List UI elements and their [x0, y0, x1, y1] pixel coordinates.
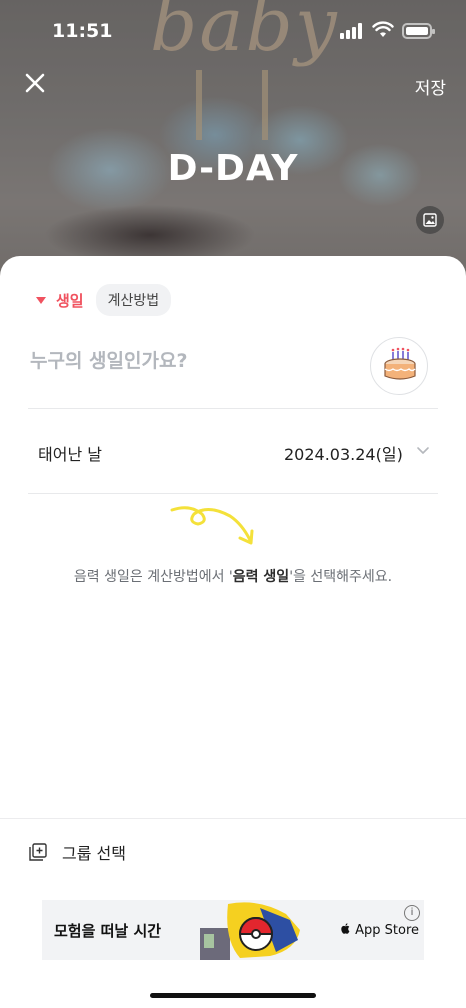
divider — [0, 818, 466, 819]
wifi-icon — [372, 21, 394, 37]
status-time: 11:51 — [52, 20, 113, 42]
ad-artwork — [200, 902, 300, 960]
group-select-label: 그룹 선택 — [62, 844, 126, 863]
hint-suffix: '을 선택해주세요. — [289, 569, 393, 585]
close-button[interactable] — [22, 70, 48, 96]
hint-emphasis: 음력 생일 — [232, 569, 290, 585]
lunar-birthday-hint: 음력 생일은 계산방법에서 '음력 생일'을 선택해주세요. — [0, 566, 466, 586]
page-title: D-DAY — [167, 148, 299, 189]
ad-title: 모험을 떠날 시간 — [54, 922, 162, 940]
ad-banner[interactable]: 모험을 떠날 시간 App Store i — [42, 900, 424, 960]
chevron-down-icon[interactable] — [416, 446, 430, 456]
info-icon[interactable]: i — [404, 905, 420, 921]
dday-type-selector: 생일 계산방법 — [36, 284, 172, 316]
battery-icon — [402, 23, 435, 39]
group-add-icon — [29, 843, 47, 861]
dropdown-triangle-icon[interactable] — [36, 296, 46, 304]
status-bar: 11:51 — [0, 0, 466, 60]
divider — [28, 493, 438, 494]
dday-type-label[interactable]: 생일 — [56, 290, 84, 311]
app-store-label: App Store — [355, 923, 420, 938]
icon-picker-button[interactable] — [370, 337, 428, 395]
calc-method-button[interactable]: 계산방법 — [95, 284, 172, 316]
photo-icon — [423, 213, 437, 227]
apple-icon — [341, 923, 350, 934]
arrow-doodle-icon — [170, 506, 254, 545]
hint-prefix: 음력 생일은 계산방법에서 ' — [73, 569, 233, 585]
signal-icon — [340, 23, 364, 39]
change-photo-button[interactable] — [416, 206, 444, 234]
birth-date-value[interactable]: 2024.03.24(일) — [284, 441, 403, 465]
save-button[interactable]: 저장 — [415, 74, 446, 99]
divider — [28, 408, 438, 409]
birthday-name-input[interactable] — [30, 350, 350, 372]
app-store-badge[interactable]: App Store — [340, 922, 419, 938]
birth-date-label: 태어난 날 — [38, 445, 102, 464]
home-indicator — [150, 993, 316, 998]
group-select-button[interactable]: 그룹 선택 — [28, 840, 126, 864]
close-icon — [25, 73, 45, 93]
cake-icon — [384, 347, 416, 380]
